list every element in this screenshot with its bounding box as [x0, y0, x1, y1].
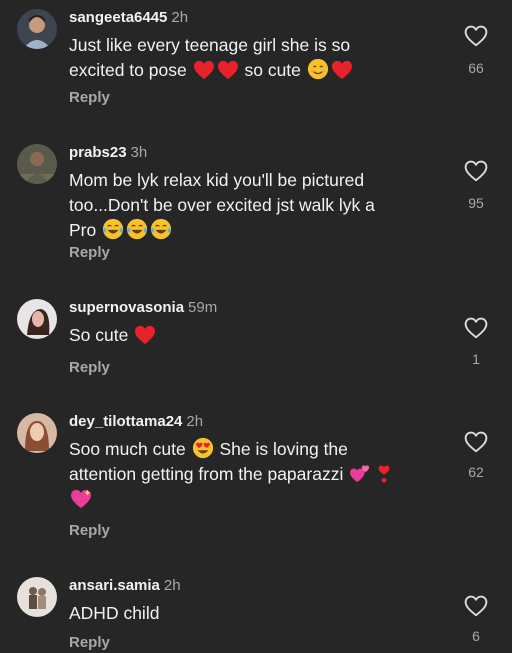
comment-text-line: Mom be lyk relax kid you'll be pictured	[69, 170, 365, 190]
avatar[interactable]	[17, 9, 57, 49]
smiling-face-emoji-icon	[307, 58, 329, 80]
comment-timestamp: 2h	[163, 577, 181, 594]
like-heart-icon[interactable]	[464, 160, 488, 182]
heart-eyes-emoji-icon	[192, 437, 214, 459]
comment-text: Mom be lyk relax kid you'll be pictured …	[69, 168, 419, 243]
comment-item: dey_tilottama24 2h Soo much cute She is l…	[0, 413, 512, 543]
avatar[interactable]	[17, 144, 57, 184]
comment-username[interactable]: ansari.samia 2h	[69, 577, 181, 594]
comment-text-line: excited to pose	[69, 60, 187, 80]
heart-exclamation-emoji-icon	[373, 464, 395, 484]
comment-text-line: too...Don't be over excited jst walk lyk…	[69, 195, 375, 215]
comment-username[interactable]: sangeeta6445 2h	[69, 9, 188, 26]
tears-of-joy-emoji-icon	[150, 218, 172, 240]
username-text[interactable]: dey_tilottama24	[69, 413, 182, 430]
comment-text-line: She is loving the	[219, 439, 348, 459]
like-heart-icon[interactable]	[464, 431, 488, 453]
reply-button[interactable]: Reply	[69, 359, 110, 376]
like-heart-icon[interactable]	[464, 317, 488, 339]
comment-item: supernovasonia 59m So cute Reply 1	[0, 299, 512, 384]
comment-timestamp: 59m	[188, 299, 218, 316]
reply-button[interactable]: Reply	[69, 244, 110, 261]
like-heart-icon[interactable]	[464, 595, 488, 617]
reply-button[interactable]: Reply	[69, 522, 110, 539]
like-count: 66	[468, 60, 484, 76]
two-hearts-emoji-icon	[349, 464, 371, 484]
reply-button[interactable]: Reply	[69, 634, 110, 651]
comment-text-line: ADHD child	[69, 603, 160, 623]
avatar[interactable]	[17, 577, 57, 617]
username-text[interactable]: prabs23	[69, 144, 127, 161]
like-count: 1	[472, 351, 480, 367]
username-text[interactable]: sangeeta6445	[69, 9, 167, 26]
comment-text-line: Soo much cute	[69, 439, 186, 459]
comment-timestamp: 2h	[171, 9, 189, 26]
avatar[interactable]	[17, 413, 57, 453]
comment-text: So cute	[69, 323, 419, 348]
comment-item: prabs23 3h Mom be lyk relax kid you'll be…	[0, 144, 512, 274]
comment-text: ADHD child	[69, 601, 419, 626]
tears-of-joy-emoji-icon	[102, 218, 124, 240]
red-heart-emoji-icon	[331, 60, 353, 80]
comment-username[interactable]: supernovasonia 59m	[69, 299, 217, 316]
comment-text-line: so cute	[244, 60, 301, 80]
like-count: 95	[468, 195, 484, 211]
comment-username[interactable]: dey_tilottama24 2h	[69, 413, 203, 430]
comment-text-line: Pro	[69, 220, 97, 240]
comment-timestamp: 3h	[130, 144, 148, 161]
comment-timestamp: 2h	[186, 413, 204, 430]
sparkling-heart-emoji-icon	[70, 489, 92, 509]
comment-text-line: attention getting from the paparazzi	[69, 464, 344, 484]
avatar[interactable]	[17, 299, 57, 339]
comment-username[interactable]: prabs23 3h	[69, 144, 147, 161]
tears-of-joy-emoji-icon	[126, 218, 148, 240]
reply-button[interactable]: Reply	[69, 89, 110, 106]
red-heart-emoji-icon	[193, 60, 215, 80]
comment-text: Soo much cute She is loving the attentio…	[69, 437, 419, 512]
like-heart-icon[interactable]	[464, 25, 488, 47]
comment-item: ansari.samia 2h ADHD child Reply 6	[0, 577, 512, 653]
comment-text-line: So cute	[69, 325, 129, 345]
red-heart-emoji-icon	[134, 325, 156, 345]
like-count: 6	[472, 628, 480, 644]
comment-text: Just like every teenage girl she is so e…	[69, 33, 419, 83]
comment-text-line: Just like every teenage girl she is so	[69, 35, 351, 55]
username-text[interactable]: ansari.samia	[69, 577, 160, 594]
comment-item: sangeeta6445 2h Just like every teenage g…	[0, 9, 512, 119]
username-text[interactable]: supernovasonia	[69, 299, 184, 316]
like-count: 62	[468, 464, 484, 480]
red-heart-emoji-icon	[217, 60, 239, 80]
